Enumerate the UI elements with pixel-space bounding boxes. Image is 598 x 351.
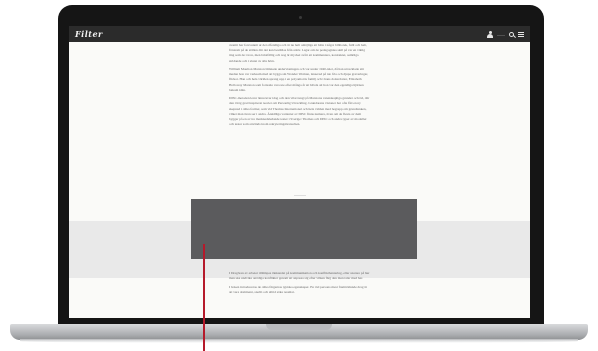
article-paragraph: DISC-metoden lever ännu kvar idag och de…	[229, 96, 370, 127]
advertisement-placeholder[interactable]	[191, 199, 417, 259]
laptop-base-notch	[266, 324, 332, 330]
article-paragraph: William Moulton Marston lämnade undervis…	[229, 67, 369, 92]
callout-pointer-line	[203, 244, 205, 351]
article-paragraph: avsnitt har forsvunnit ur det offentliga…	[229, 43, 367, 63]
divider	[294, 195, 306, 196]
article-body-bottom: I Dragören av arbetet tillämpas tänkande…	[229, 271, 371, 298]
header-icons: ——	[487, 30, 524, 38]
search-icon[interactable]	[509, 31, 514, 37]
article-paragraph: I Dragören av arbetet tillämpas tänkande…	[229, 271, 370, 281]
user-label[interactable]: ——	[497, 32, 505, 37]
article-paragraph: I boken introduceras de olika färgernas …	[229, 284, 368, 294]
site-logo[interactable]: Filter	[75, 29, 103, 39]
article-body-top: avsnitt har forsvunnit ur det offentliga…	[229, 43, 371, 131]
user-icon[interactable]	[487, 30, 493, 38]
menu-icon[interactable]	[518, 31, 524, 37]
camera-icon	[299, 16, 302, 19]
site-header: Filter ——	[69, 26, 530, 42]
laptop-shadow	[20, 339, 578, 343]
browser-viewport: Filter —— avsnitt har forsvunnit ur det …	[69, 26, 530, 318]
